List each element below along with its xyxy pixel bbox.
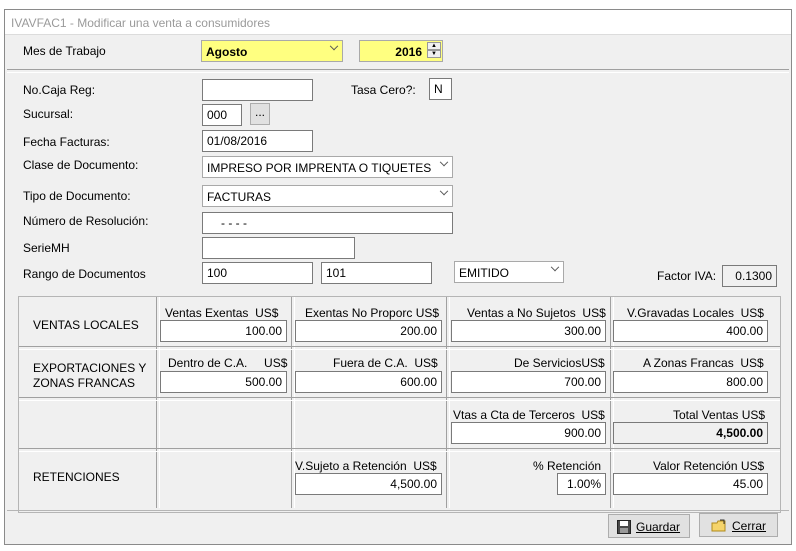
- clase-label: Clase de Documento:: [23, 158, 139, 172]
- ventas-no-sujetos-label: Ventas a No Sujetos US$: [467, 306, 606, 320]
- ventas-exentas-input[interactable]: 100.00: [160, 320, 287, 342]
- factor-value: 0.1300: [722, 265, 777, 287]
- v-gravadas-locales-input[interactable]: 400.00: [613, 320, 768, 342]
- retenciones-label: RETENCIONES: [33, 470, 120, 484]
- clase-dropdown[interactable]: IMPRESO POR IMPRENTA O TIQUETES: [202, 156, 453, 178]
- exentas-no-proporc-input[interactable]: 200.00: [295, 320, 442, 342]
- fuera-ca-input[interactable]: 600.00: [295, 371, 442, 393]
- chevron-down-icon: [329, 41, 339, 51]
- fecha-input[interactable]: 01/08/2016: [202, 130, 313, 152]
- cerrar-button[interactable]: Cerrar: [699, 513, 778, 537]
- rango-hasta-input[interactable]: 101: [321, 262, 432, 284]
- main-window: IVAVFAC1 - Modificar una venta a consumi…: [4, 9, 792, 545]
- folder-icon: [711, 519, 726, 532]
- chevron-down-icon: [439, 157, 449, 167]
- zonas-francas-label: ZONAS FRANCAS: [33, 376, 136, 390]
- guardar-label: Guardar: [636, 520, 681, 534]
- mes-value: Agosto: [206, 45, 248, 59]
- ventas-exentas-label: Ventas Exentas US$: [165, 306, 279, 320]
- dentro-ca-label: Dentro de C.A. US$: [168, 356, 288, 370]
- header-divider: [7, 69, 789, 73]
- chevron-down-icon: [439, 186, 449, 196]
- caja-input[interactable]: [202, 79, 313, 101]
- total-ventas-value: 4,500.00: [613, 422, 768, 444]
- tasa-input[interactable]: N: [429, 78, 452, 100]
- grid-divider: [19, 346, 780, 350]
- mes-label: Mes de Trabajo: [23, 44, 106, 58]
- spin-up-icon[interactable]: ▲: [427, 42, 441, 50]
- fuera-ca-label: Fuera de C.A. US$: [333, 356, 438, 370]
- estado-dropdown[interactable]: EMITIDO: [454, 261, 564, 283]
- tipo-label: Tipo de Documento:: [23, 189, 131, 203]
- pct-retencion-input[interactable]: 1.00%: [557, 473, 606, 495]
- valor-retencion-input[interactable]: 45.00: [613, 473, 768, 495]
- sucursal-lookup-button[interactable]: ...: [250, 103, 270, 125]
- pct-retencion-label: % Retención: [533, 459, 602, 473]
- zonas-francas-field-label: A Zonas Francas US$: [643, 356, 764, 370]
- clase-value: IMPRESO POR IMPRENTA O TIQUETES: [207, 161, 432, 175]
- vtas-terceros-label: Vtas a Cta de Terceros US$: [453, 408, 605, 422]
- rango-desde-input[interactable]: 100: [202, 262, 313, 284]
- cerrar-label: Cerrar: [732, 519, 767, 533]
- exentas-no-proporc-label: Exentas No Proporc US$: [305, 306, 440, 320]
- v-sujeto-retencion-input[interactable]: 4,500.00: [295, 473, 442, 495]
- spin-down-icon[interactable]: ▼: [427, 50, 441, 58]
- mes-dropdown[interactable]: Agosto: [201, 40, 343, 62]
- spin-buttons[interactable]: ▲ ▼: [427, 42, 441, 60]
- guardar-button[interactable]: Guardar: [608, 514, 690, 538]
- sucursal-input[interactable]: 000: [202, 104, 242, 126]
- grid-divider: [19, 448, 780, 452]
- window-title: IVAVFAC1 - Modificar una venta a consumi…: [11, 16, 271, 30]
- resolucion-input[interactable]: - - - -: [202, 212, 453, 234]
- fecha-label: Fecha Facturas:: [23, 135, 110, 149]
- year-spinner[interactable]: 2016 ▲ ▼: [359, 40, 443, 62]
- chevron-down-icon: [550, 262, 560, 272]
- year-value: 2016: [395, 45, 422, 59]
- zonas-francas-input[interactable]: 800.00: [613, 371, 768, 393]
- valor-retencion-label: Valor Retención US$: [653, 459, 765, 473]
- tasa-label: Tasa Cero?:: [351, 83, 416, 97]
- ventas-locales-label: VENTAS LOCALES: [33, 318, 139, 332]
- de-servicios-label: De ServiciosUS$: [514, 356, 605, 370]
- vtas-terceros-input[interactable]: 900.00: [451, 422, 606, 444]
- tipo-value: FACTURAS: [207, 190, 272, 204]
- ventas-no-sujetos-input[interactable]: 300.00: [451, 320, 606, 342]
- rango-label: Rango de Documentos: [23, 267, 146, 281]
- grid-divider: [446, 297, 450, 508]
- dentro-ca-input[interactable]: 500.00: [160, 371, 287, 393]
- caja-label: No.Caja Reg:: [23, 83, 96, 97]
- grid-divider: [19, 397, 780, 401]
- serie-input[interactable]: [202, 237, 355, 259]
- v-gravadas-locales-label: V.Gravadas Locales US$: [627, 306, 764, 320]
- serie-label: SerieMH: [23, 241, 70, 255]
- v-sujeto-retencion-label: V.Sujeto a Retención US$: [295, 459, 437, 473]
- total-ventas-label: Total Ventas US$: [673, 408, 766, 422]
- sucursal-label: Sucursal:: [23, 107, 74, 121]
- footer-divider: [7, 510, 789, 511]
- estado-value: EMITIDO: [459, 266, 509, 280]
- save-icon: [617, 520, 631, 534]
- tipo-dropdown[interactable]: FACTURAS: [202, 185, 453, 207]
- de-servicios-input[interactable]: 700.00: [451, 371, 606, 393]
- factor-label: Factor IVA:: [657, 269, 717, 283]
- resolucion-label: Número de Resolución:: [23, 214, 149, 228]
- title-bar: IVAVFAC1 - Modificar una venta a consumi…: [5, 10, 791, 35]
- exportaciones-label: EXPORTACIONES Y: [33, 361, 147, 375]
